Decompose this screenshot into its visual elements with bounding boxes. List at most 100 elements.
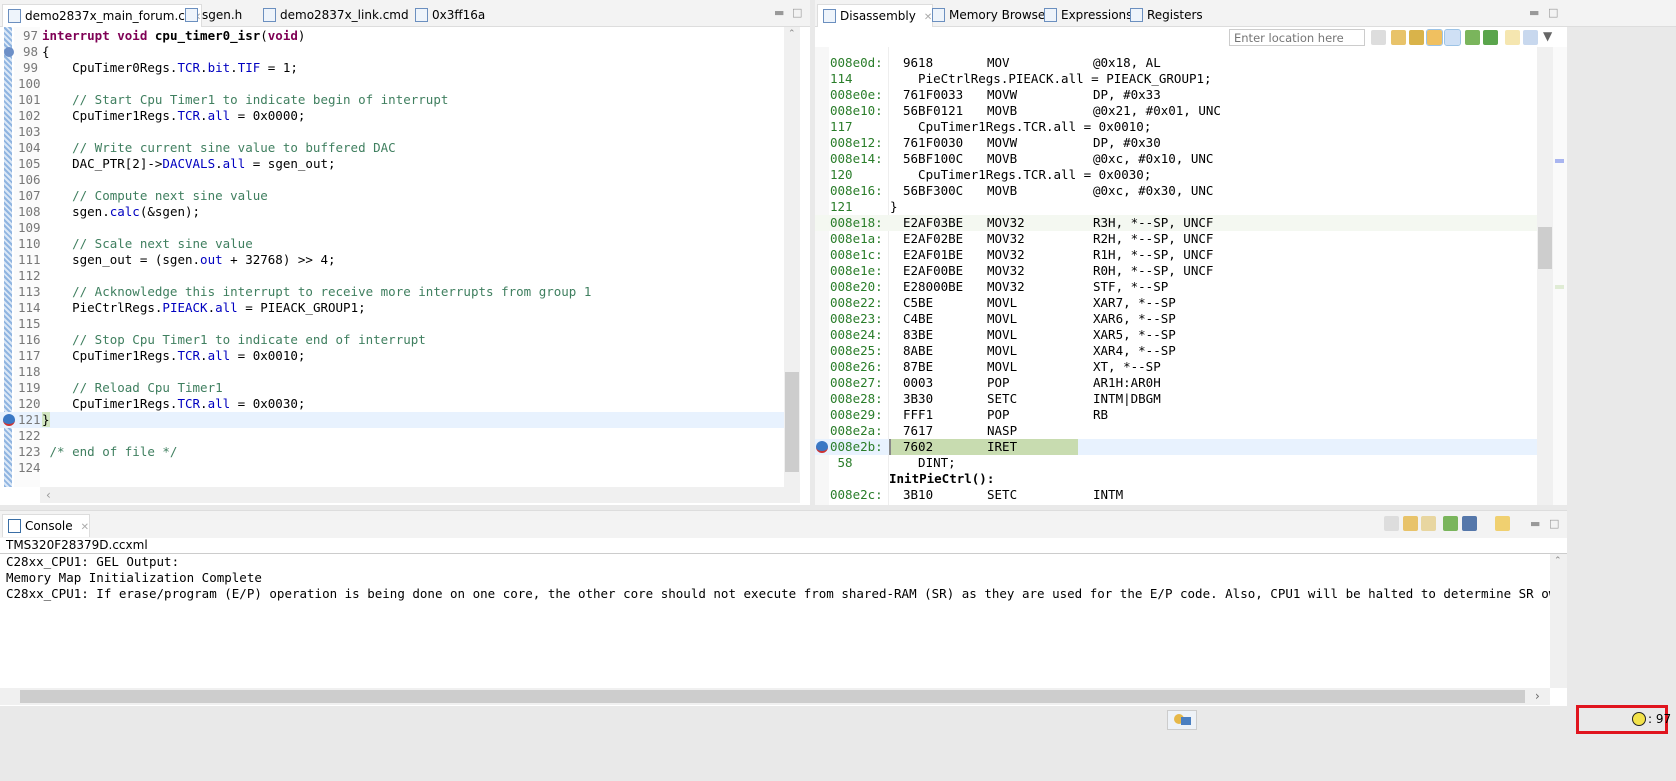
- code-token: .: [200, 60, 208, 75]
- disassembly-row[interactable]: 008e0d: 9618 MOV @0x18, AL: [815, 55, 1537, 71]
- clock-icon[interactable]: [1632, 712, 1646, 726]
- sync-icon[interactable]: [1444, 29, 1461, 46]
- code-token: // Reload Cpu Timer1: [42, 380, 223, 395]
- expressions-icon: [1044, 8, 1057, 22]
- line-number: 112: [18, 268, 41, 283]
- maximize-button[interactable]: □: [792, 6, 802, 19]
- code-token: .: [200, 108, 208, 123]
- tab-demo2837x-link-cmd[interactable]: demo2837x_link.cmd: [258, 4, 409, 27]
- disassembly-row[interactable]: 117 CpuTimer1Regs.TCR.all = 0x0010;: [815, 119, 1537, 135]
- disassembly-row[interactable]: 008e12: 761F0030 MOVW DP, #0x30: [815, 135, 1537, 151]
- new-view-icon[interactable]: [1505, 30, 1520, 45]
- editor-horizontal-scrollbar[interactable]: ‹: [40, 487, 800, 503]
- disassembly-row[interactable]: 008e22: C5BE MOVL XAR7, *--SP: [815, 295, 1537, 311]
- code-token: TCR: [177, 348, 201, 363]
- tab-registers[interactable]: Registers: [1125, 4, 1203, 27]
- code-text: // Acknowledge this interrupt to receive…: [42, 284, 591, 300]
- console-horizontal-scrollbar[interactable]: ›: [0, 688, 1550, 705]
- disassembly-row[interactable]: 008e16: 56BF300C MOVB @0xc, #0x30, UNC: [815, 183, 1537, 199]
- operands: R1H, *--SP, UNCF: [1093, 247, 1214, 262]
- tab-disassembly[interactable]: Disassembly ✕: [817, 4, 934, 27]
- disassembly-row[interactable]: InitPieCtrl():: [815, 471, 1537, 487]
- disassembly-row[interactable]: 008e28: 3B30 SETC INTM|DBGM: [815, 391, 1537, 407]
- disassembly-vertical-scrollbar[interactable]: [1537, 47, 1553, 505]
- display-console-icon[interactable]: [1462, 516, 1477, 531]
- minimize-button[interactable]: ▬: [1530, 517, 1540, 530]
- line-number: 119: [18, 380, 41, 395]
- show-source-icon[interactable]: [1391, 30, 1406, 45]
- overview-ruler: [1553, 47, 1567, 505]
- tab-memory-browser[interactable]: Memory Browser: [927, 4, 1050, 27]
- scrollbar-thumb[interactable]: [1538, 227, 1552, 269]
- code-token: = 0x0010;: [230, 348, 306, 363]
- disassembly-row[interactable]: 008e29: FFF1 POP RB: [815, 407, 1537, 423]
- opcode: 56BF0121: [903, 103, 964, 118]
- disassembly-row[interactable]: 008e1a: E2AF02BE MOV32 R2H, *--SP, UNCF: [815, 231, 1537, 247]
- pin-icon[interactable]: [1523, 30, 1538, 45]
- disassembly-row[interactable]: 008e18: E2AF03BE MOV32 R3H, *--SP, UNCF: [815, 215, 1537, 231]
- pin-console-icon[interactable]: [1443, 516, 1458, 531]
- code-token: DAC_PTR[2]->: [42, 156, 163, 171]
- disassembly-row[interactable]: 008e23: C4BE MOVL XAR6, *--SP: [815, 311, 1537, 327]
- line-number: 114: [18, 300, 41, 315]
- disassembly-row[interactable]: 120 CpuTimer1Regs.TCR.all = 0x0030;: [815, 167, 1537, 183]
- location-input[interactable]: [1229, 29, 1365, 46]
- disassembly-row[interactable]: 008e25: 8ABE MOVL XAR4, *--SP: [815, 343, 1537, 359]
- target-configuration-icon[interactable]: [1167, 710, 1197, 730]
- maximize-button[interactable]: □: [1549, 517, 1559, 530]
- source-line: DINT;: [903, 455, 956, 470]
- console-vertical-scrollbar[interactable]: ⌃: [1550, 554, 1567, 688]
- step-over-icon[interactable]: [1465, 30, 1480, 45]
- new-console-icon[interactable]: [1495, 516, 1510, 531]
- scroll-lock-icon[interactable]: [1403, 516, 1418, 531]
- disassembly-row[interactable]: 008e0e: 761F0033 MOVW DP, #0x33: [815, 87, 1537, 103]
- minimize-button[interactable]: ▬: [774, 6, 784, 19]
- disassembly-row[interactable]: 008e10: 56BF0121 MOVB @0x21, #0x01, UNC: [815, 103, 1537, 119]
- view-menu-icon[interactable]: ▼: [1543, 29, 1552, 43]
- code-token: calc: [109, 204, 140, 219]
- code-token: CpuTimer1Regs.: [42, 108, 178, 123]
- operands: AR1H:AR0H: [1093, 375, 1161, 390]
- disassembly-row[interactable]: 121}: [815, 199, 1537, 215]
- code-token: interrupt void: [42, 28, 155, 43]
- code-editor[interactable]: 97 interrupt void cpu_timer0_isr(void) 98 {…: [0, 27, 810, 505]
- disassembly-row[interactable]: 008e26: 87BE MOVL XT, *--SP: [815, 359, 1537, 375]
- scrollbar-thumb[interactable]: [20, 690, 1525, 703]
- clear-console-icon[interactable]: [1384, 516, 1399, 531]
- code-line: 104 // Write current sine value to buffe…: [0, 140, 784, 156]
- editor-vertical-scrollbar[interactable]: ⌃: [784, 27, 800, 487]
- tab-expressions[interactable]: Expressions: [1039, 4, 1132, 27]
- disassembly-row[interactable]: 008e2c: 3B10 SETC INTM: [815, 487, 1537, 503]
- disassembly-view[interactable]: ▼ 008e0d:9618MOV@0x18, AL114 PieCtrlRegs…: [815, 27, 1567, 505]
- disassembly-row[interactable]: 008e20: E28000BE MOV32 STF, *--SP: [815, 279, 1537, 295]
- disassembly-row[interactable]: 008e14: 56BF100C MOVB @0xc, #0x10, UNC: [815, 151, 1537, 167]
- word-wrap-icon[interactable]: [1421, 516, 1436, 531]
- step-return-icon[interactable]: [1483, 30, 1498, 45]
- disassembly-row[interactable]: 58 DINT;: [815, 455, 1537, 471]
- tab-demo2837x-main-forum-c[interactable]: demo2837x_main_forum.c✕: [2, 4, 203, 27]
- tab-0x3ff16a[interactable]: 0x3ff16a: [410, 4, 485, 27]
- scrollbar-thumb[interactable]: [785, 372, 799, 472]
- disassembly-row[interactable]: 008e1c: E2AF01BE MOV32 R1H, *--SP, UNCF: [815, 247, 1537, 263]
- maximize-button[interactable]: □: [1548, 6, 1558, 19]
- address: 008e0e:: [830, 87, 883, 102]
- link-with-debug-icon[interactable]: [1426, 29, 1443, 46]
- opcode: 8ABE: [903, 343, 934, 358]
- disassembly-row[interactable]: 114 PieCtrlRegs.PIEACK.all = PIEACK_GROU…: [815, 71, 1537, 87]
- disassembly-row[interactable]: 008e24: 83BE MOVL XAR5, *--SP: [815, 327, 1537, 343]
- close-icon[interactable]: ✕: [81, 522, 89, 533]
- disassembly-row[interactable]: 008e27: 0003 POP AR1H:AR0H: [815, 375, 1537, 391]
- operands: DP, #0x30: [1093, 135, 1161, 150]
- code-token: TCR: [177, 60, 201, 75]
- minimize-button[interactable]: ▬: [1529, 6, 1539, 19]
- code-token: TIF: [237, 60, 261, 75]
- home-icon[interactable]: [1409, 30, 1424, 45]
- disassembly-row[interactable]: 008e1e: E2AF00BE MOV32 R0H, *--SP, UNCF: [815, 263, 1537, 279]
- tab-sgen-h[interactable]: sgen.h: [180, 4, 242, 27]
- go-icon[interactable]: [1371, 30, 1386, 45]
- line-number: 109: [18, 220, 41, 235]
- tab-console[interactable]: Console ✕: [2, 514, 91, 537]
- clock-value: : 97: [1648, 712, 1672, 726]
- disassembly-row[interactable]: 008e2b: 7602 IRET: [815, 439, 1537, 455]
- disassembly-row[interactable]: 008e2a: 7617 NASP: [815, 423, 1537, 439]
